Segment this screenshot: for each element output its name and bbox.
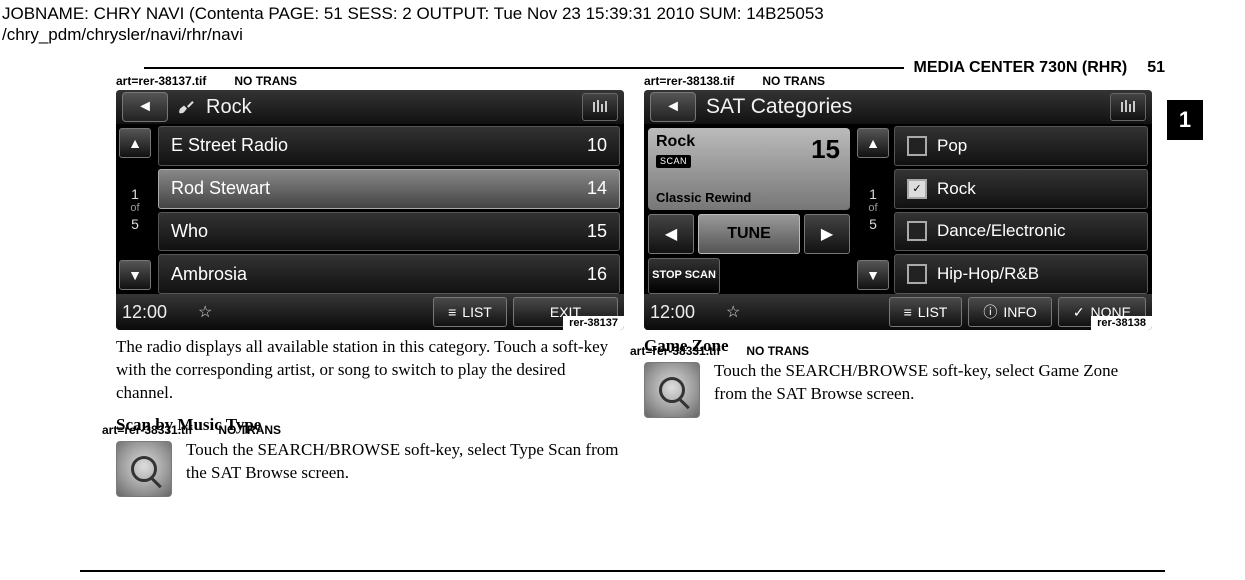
pager-total: 5 (868, 216, 877, 233)
checkbox-icon: ✓ (907, 179, 927, 199)
back-button[interactable]: ◄ (122, 92, 168, 122)
search-browse-icon (644, 362, 700, 418)
now-playing-channel: 15 (811, 134, 840, 165)
tune-button[interactable]: TUNE (698, 214, 800, 254)
back-button[interactable]: ◄ (650, 92, 696, 122)
list-label: LIST (462, 304, 492, 320)
star-icon[interactable]: ☆ (726, 302, 740, 322)
meta-line-1: JOBNAME: CHRY NAVI (Contenta PAGE: 51 SE… (2, 3, 1243, 24)
sat-categories-screenshot: ◄ SAT Categories Rock SCAN 15 (644, 90, 1152, 330)
list-label: LIST (918, 304, 948, 320)
image-tag: rer-38138 (1091, 316, 1152, 330)
clock: 12:00 (122, 302, 192, 323)
arrow-left-icon: ◄ (665, 98, 681, 116)
page-down-button[interactable]: ▼ (857, 260, 889, 290)
checkbox-icon (907, 136, 927, 156)
stop-scan-button[interactable]: STOP SCAN (648, 258, 720, 294)
category-label: Rock (937, 179, 976, 199)
scan-badge: SCAN (656, 155, 691, 168)
equalizer-icon (592, 100, 608, 115)
info-icon: ⓘ (983, 302, 997, 322)
screen-title: SAT Categories (706, 95, 852, 119)
category-row[interactable]: Pop (894, 126, 1148, 166)
checkbox-icon (907, 264, 927, 284)
section-body: Touch the SEARCH/BROWSE soft-key, select… (186, 439, 626, 485)
hd-button[interactable] (1110, 93, 1146, 121)
pager-of: of (868, 202, 877, 215)
category-label: Hip-Hop/R&B (937, 264, 1039, 284)
list-button[interactable]: ≡ LIST (889, 297, 963, 327)
caret-left-icon: ◀ (665, 224, 677, 244)
section-tab: 1 (1167, 100, 1203, 140)
page-up-button[interactable]: ▲ (857, 128, 889, 158)
clock: 12:00 (650, 302, 720, 323)
arrow-left-icon: ◄ (137, 98, 153, 116)
category-row[interactable]: Hip-Hop/R&B (894, 254, 1148, 294)
sect-no-trans: NO TRANS (218, 423, 281, 437)
station-name: Ambrosia (171, 264, 247, 285)
list-button[interactable]: ≡ LIST (433, 297, 507, 327)
page-down-button[interactable]: ▼ (119, 260, 151, 290)
station-row[interactable]: Who 15 (158, 212, 620, 252)
art-ref-right: art=rer-38138.tif (644, 74, 734, 88)
station-name: E Street Radio (171, 135, 288, 156)
pager-current: 1 (130, 186, 139, 203)
star-icon[interactable]: ☆ (198, 302, 212, 322)
station-row[interactable]: Rod Stewart 14 (158, 169, 620, 209)
list-icon: ≡ (448, 304, 456, 320)
chevron-down-icon: ▼ (128, 267, 142, 283)
tune-next-button[interactable]: ▶ (804, 214, 850, 254)
left-paragraph: The radio displays all available station… (116, 336, 626, 405)
check-icon: ✓ (1073, 304, 1085, 321)
sect-art-ref: art=rer-38331.tif (630, 344, 720, 358)
search-browse-icon (116, 441, 172, 497)
page-up-button[interactable]: ▲ (119, 128, 151, 158)
chevron-up-icon: ▲ (128, 135, 142, 151)
category-row[interactable]: ✓ Rock (894, 169, 1148, 209)
info-label: INFO (1003, 304, 1036, 320)
hd-button[interactable] (582, 93, 618, 121)
footer-rule (80, 570, 1165, 572)
category-label: Dance/Electronic (937, 221, 1066, 241)
station-row[interactable]: E Street Radio 10 (158, 126, 620, 166)
category-row[interactable]: Dance/Electronic (894, 212, 1148, 252)
sect-no-trans: NO TRANS (746, 344, 809, 358)
tune-prev-button[interactable]: ◀ (648, 214, 694, 254)
station-row[interactable]: Ambrosia 16 (158, 254, 620, 294)
guitar-icon (178, 98, 196, 116)
station-channel: 15 (587, 221, 607, 242)
station-channel: 16 (587, 264, 607, 285)
equalizer-icon (1120, 100, 1136, 115)
no-trans-right: NO TRANS (762, 74, 825, 88)
chevron-down-icon: ▼ (866, 267, 880, 283)
sect-art-ref: art=rer-38331.tif (102, 423, 192, 437)
list-icon: ≡ (904, 304, 912, 320)
station-channel: 14 (587, 178, 607, 199)
header-rule (144, 67, 904, 69)
meta-line-2: /chry_pdm/chrysler/navi/rhr/navi (2, 24, 1243, 45)
pager-total: 5 (130, 216, 139, 233)
rock-list-screenshot: ◄ Rock ▲ 1 (116, 90, 624, 330)
station-channel: 10 (587, 135, 607, 156)
info-button[interactable]: ⓘ INFO (968, 297, 1051, 327)
now-playing-card: Rock SCAN 15 Classic Rewind (648, 128, 850, 210)
screen-title: Rock (206, 96, 252, 119)
pager-current: 1 (868, 186, 877, 203)
now-playing-name: Classic Rewind (656, 190, 842, 206)
chevron-up-icon: ▲ (866, 135, 880, 151)
pager-of: of (130, 202, 139, 215)
no-trans-left: NO TRANS (234, 74, 297, 88)
station-name: Rod Stewart (171, 178, 270, 199)
image-tag: rer-38137 (563, 316, 624, 330)
art-ref-left: art=rer-38137.tif (116, 74, 206, 88)
caret-right-icon: ▶ (821, 224, 833, 244)
section-body: Touch the SEARCH/BROWSE soft-key, select… (714, 360, 1154, 406)
station-name: Who (171, 221, 208, 242)
category-label: Pop (937, 136, 967, 156)
checkbox-icon (907, 221, 927, 241)
